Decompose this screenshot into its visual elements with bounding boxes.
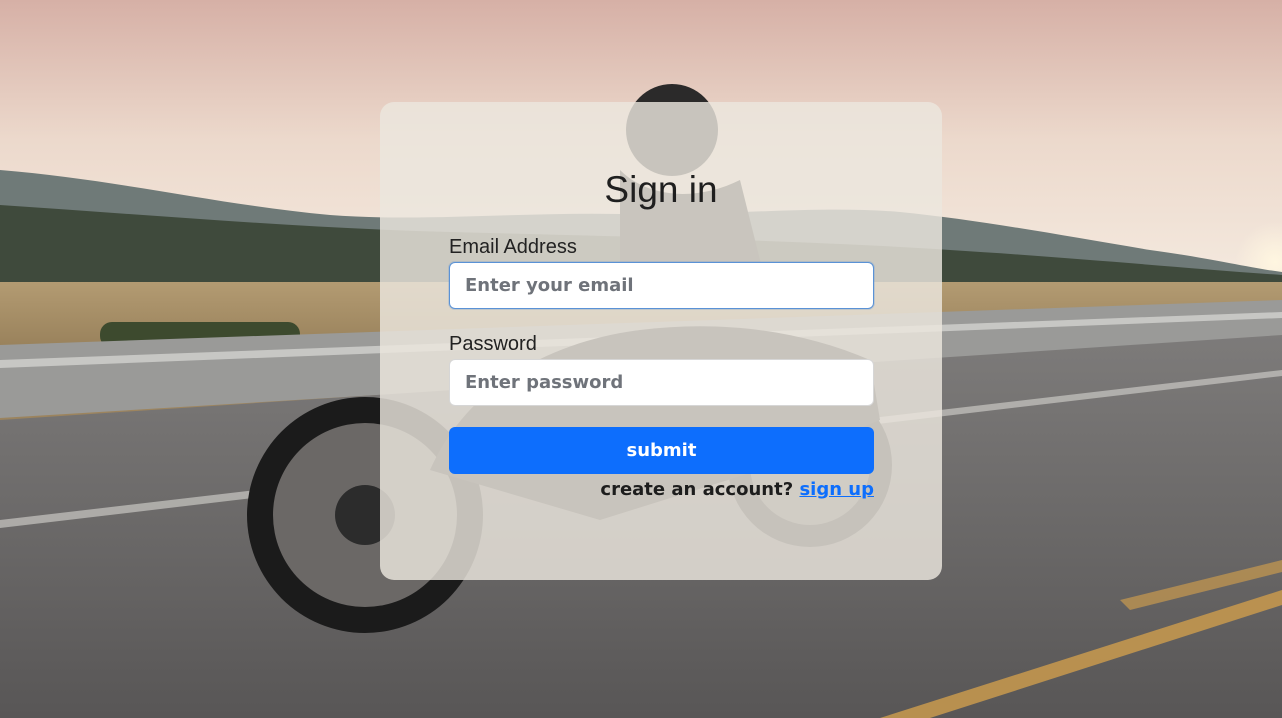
password-label: Password	[449, 333, 537, 355]
password-field[interactable]	[449, 359, 874, 406]
sign-up-link[interactable]: sign up	[799, 479, 874, 500]
signup-prompt: create an account?	[600, 479, 794, 500]
signup-row: create an account? sign up	[449, 478, 874, 502]
page-background: Sign in Email Address Password submit cr…	[0, 0, 1282, 718]
email-field[interactable]	[449, 262, 874, 309]
email-label: Email Address	[449, 236, 577, 258]
submit-button[interactable]: submit	[449, 427, 874, 474]
